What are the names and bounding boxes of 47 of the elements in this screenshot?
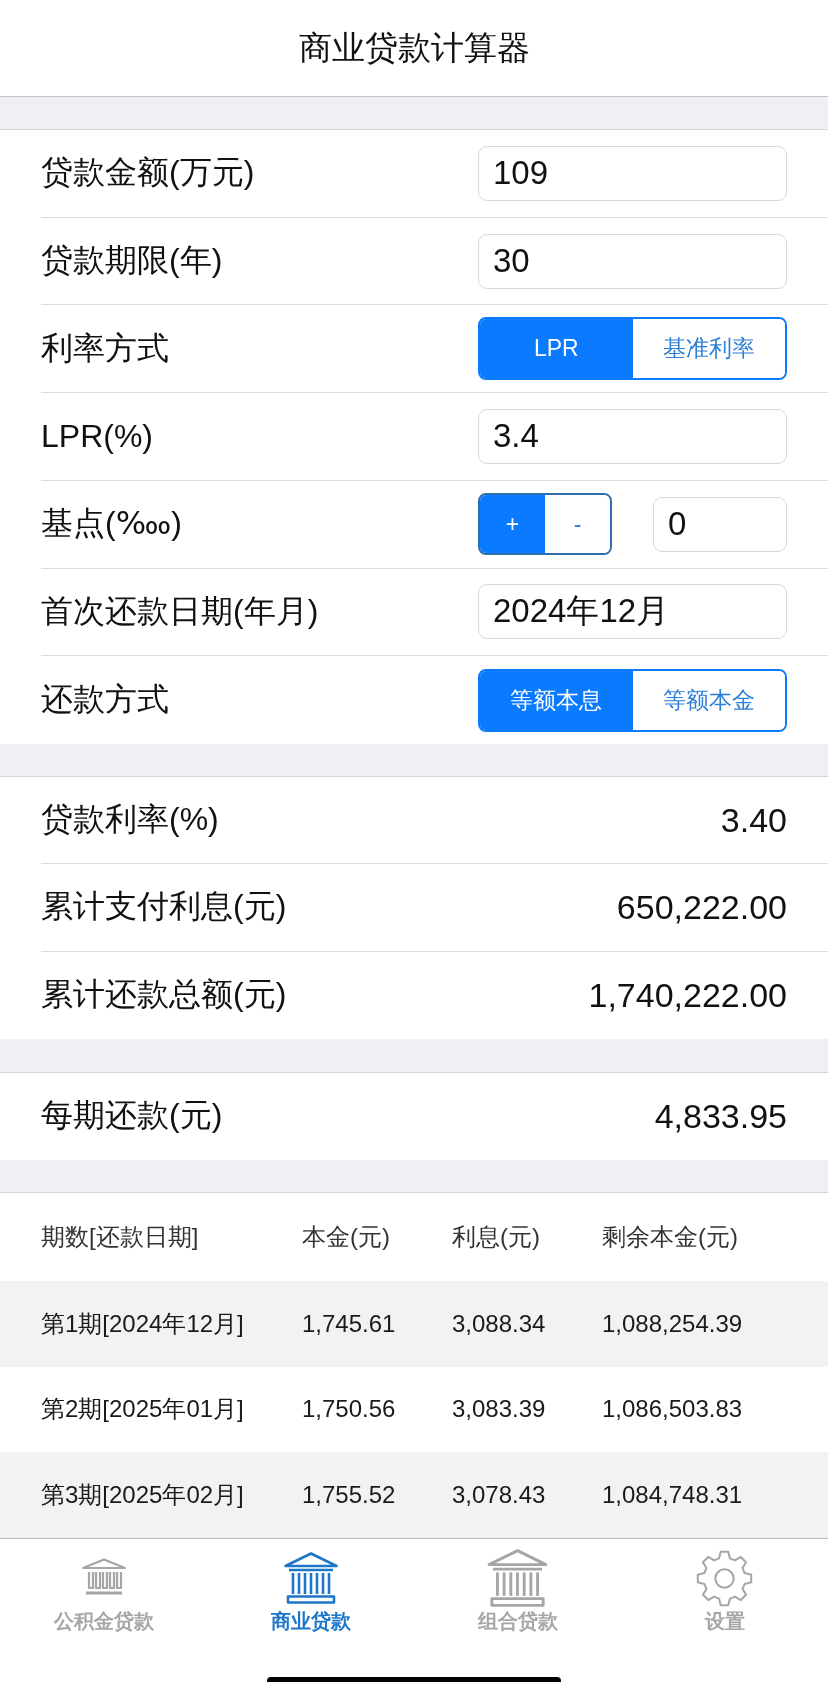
column-header: 利息(元) bbox=[452, 1221, 541, 1252]
table-cell-text: 第3期[2025年02月] bbox=[41, 1480, 245, 1511]
table-cell-text: 1,750.56 bbox=[302, 1395, 397, 1424]
field-label: 基点(‱) bbox=[41, 504, 182, 544]
input-field[interactable]: 30 bbox=[478, 233, 787, 289]
column-header: 本金(元) bbox=[302, 1221, 391, 1252]
bank-icon bbox=[485, 1549, 550, 1607]
result-label: 贷款利率(%) bbox=[41, 800, 219, 840]
table-cell-text: 1,084,748.31 bbox=[602, 1481, 744, 1510]
input-field[interactable]: 0 bbox=[653, 496, 787, 552]
field-label: 还款方式 bbox=[41, 680, 169, 720]
page-title: 商业贷款计算器 bbox=[298, 27, 530, 68]
input-field[interactable]: 3.4 bbox=[478, 408, 787, 464]
result-value: 1,740,222.00 bbox=[588, 975, 787, 1015]
field-label: 贷款金额(万元) bbox=[41, 153, 255, 193]
input-field[interactable]: 2024年12月 bbox=[478, 584, 787, 640]
settings-icon bbox=[696, 1549, 753, 1607]
field-label: 首次还款日期(年月) bbox=[41, 591, 319, 631]
option-button[interactable]: 等额本息 bbox=[480, 670, 633, 730]
step-button[interactable]: + bbox=[480, 495, 545, 554]
table-cell-text: 3,078.43 bbox=[452, 1481, 547, 1510]
tab-button[interactable]: 商业贷款 bbox=[270, 1548, 351, 1633]
result-value: 650,222.00 bbox=[616, 887, 787, 927]
result-label: 累计支付利息(元) bbox=[41, 887, 287, 927]
tab-button[interactable]: 组合贷款 bbox=[477, 1548, 558, 1633]
table-cell-text: 3,088.34 bbox=[452, 1309, 547, 1338]
field-label: LPR(%) bbox=[41, 417, 153, 455]
column-header: 期数[还款日期] bbox=[41, 1221, 200, 1252]
result-label: 累计还款总额(元) bbox=[41, 975, 287, 1015]
table-cell-text: 3,083.39 bbox=[452, 1395, 547, 1424]
result-value: 3.40 bbox=[720, 800, 787, 840]
tab-button[interactable]: 设置 bbox=[696, 1548, 753, 1633]
field-label: 贷款期限(年) bbox=[41, 241, 223, 281]
option-button[interactable]: LPR bbox=[480, 319, 633, 379]
result-label: 每期还款(元) bbox=[41, 1096, 223, 1136]
field-label: 利率方式 bbox=[41, 328, 169, 368]
tab-button[interactable]: 公积金贷款 bbox=[53, 1548, 154, 1633]
table-cell-text: 第1期[2024年12月] bbox=[41, 1308, 245, 1339]
table-cell-text: 第2期[2025年01月] bbox=[41, 1394, 245, 1425]
result-value: 4,833.95 bbox=[654, 1096, 787, 1136]
bank-icon bbox=[282, 1552, 339, 1604]
table-cell-text: 1,086,503.83 bbox=[602, 1395, 744, 1424]
table-cell-text: 1,745.61 bbox=[302, 1309, 397, 1338]
column-header: 剩余本金(元) bbox=[602, 1221, 739, 1252]
table-cell-text: 1,755.52 bbox=[302, 1481, 397, 1510]
table-cell-text: 1,088,254.39 bbox=[602, 1309, 744, 1338]
input-field[interactable]: 109 bbox=[478, 145, 787, 201]
